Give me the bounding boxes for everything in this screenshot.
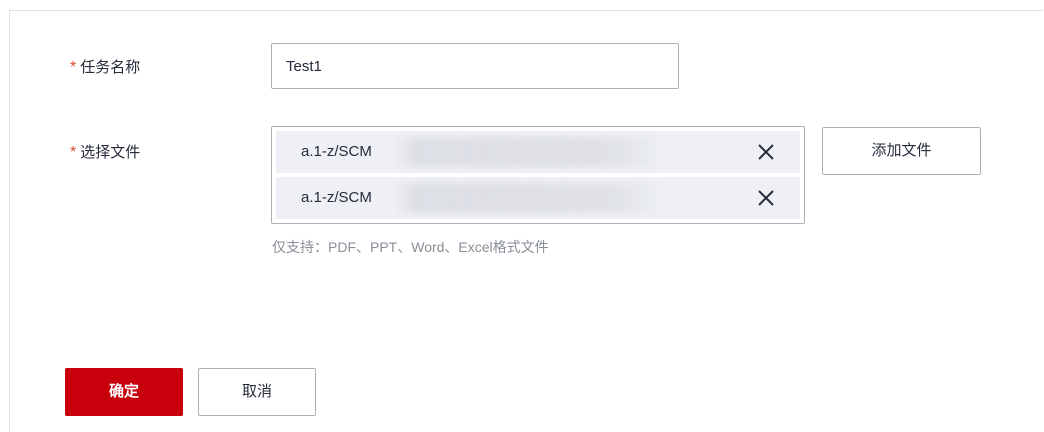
- task-name-label-text: 任务名称: [80, 59, 141, 76]
- file-format-hint: 仅支持：PDF、PPT、Word、Excel格式文件: [272, 239, 549, 255]
- close-icon[interactable]: [756, 188, 776, 208]
- task-name-input[interactable]: [271, 43, 679, 89]
- file-name: a.1-z/SCM: [301, 189, 372, 206]
- redacted-area: [394, 137, 664, 167]
- file-list: a.1-z/SCM a.1-z/SCM: [271, 126, 805, 224]
- confirm-button[interactable]: 确定: [65, 368, 183, 416]
- redacted-area: [394, 183, 664, 213]
- select-file-label: * 选择文件: [70, 143, 140, 163]
- file-item: a.1-z/SCM: [276, 177, 800, 219]
- task-name-label: * 任务名称: [70, 58, 140, 78]
- file-name: a.1-z/SCM: [301, 143, 372, 160]
- required-mark: *: [70, 144, 77, 161]
- file-item: a.1-z/SCM: [276, 131, 800, 173]
- required-mark: *: [70, 59, 77, 76]
- select-file-label-text: 选择文件: [80, 144, 141, 161]
- close-icon[interactable]: [756, 142, 776, 162]
- cancel-button[interactable]: 取消: [198, 368, 316, 416]
- add-file-button[interactable]: 添加文件: [822, 127, 981, 175]
